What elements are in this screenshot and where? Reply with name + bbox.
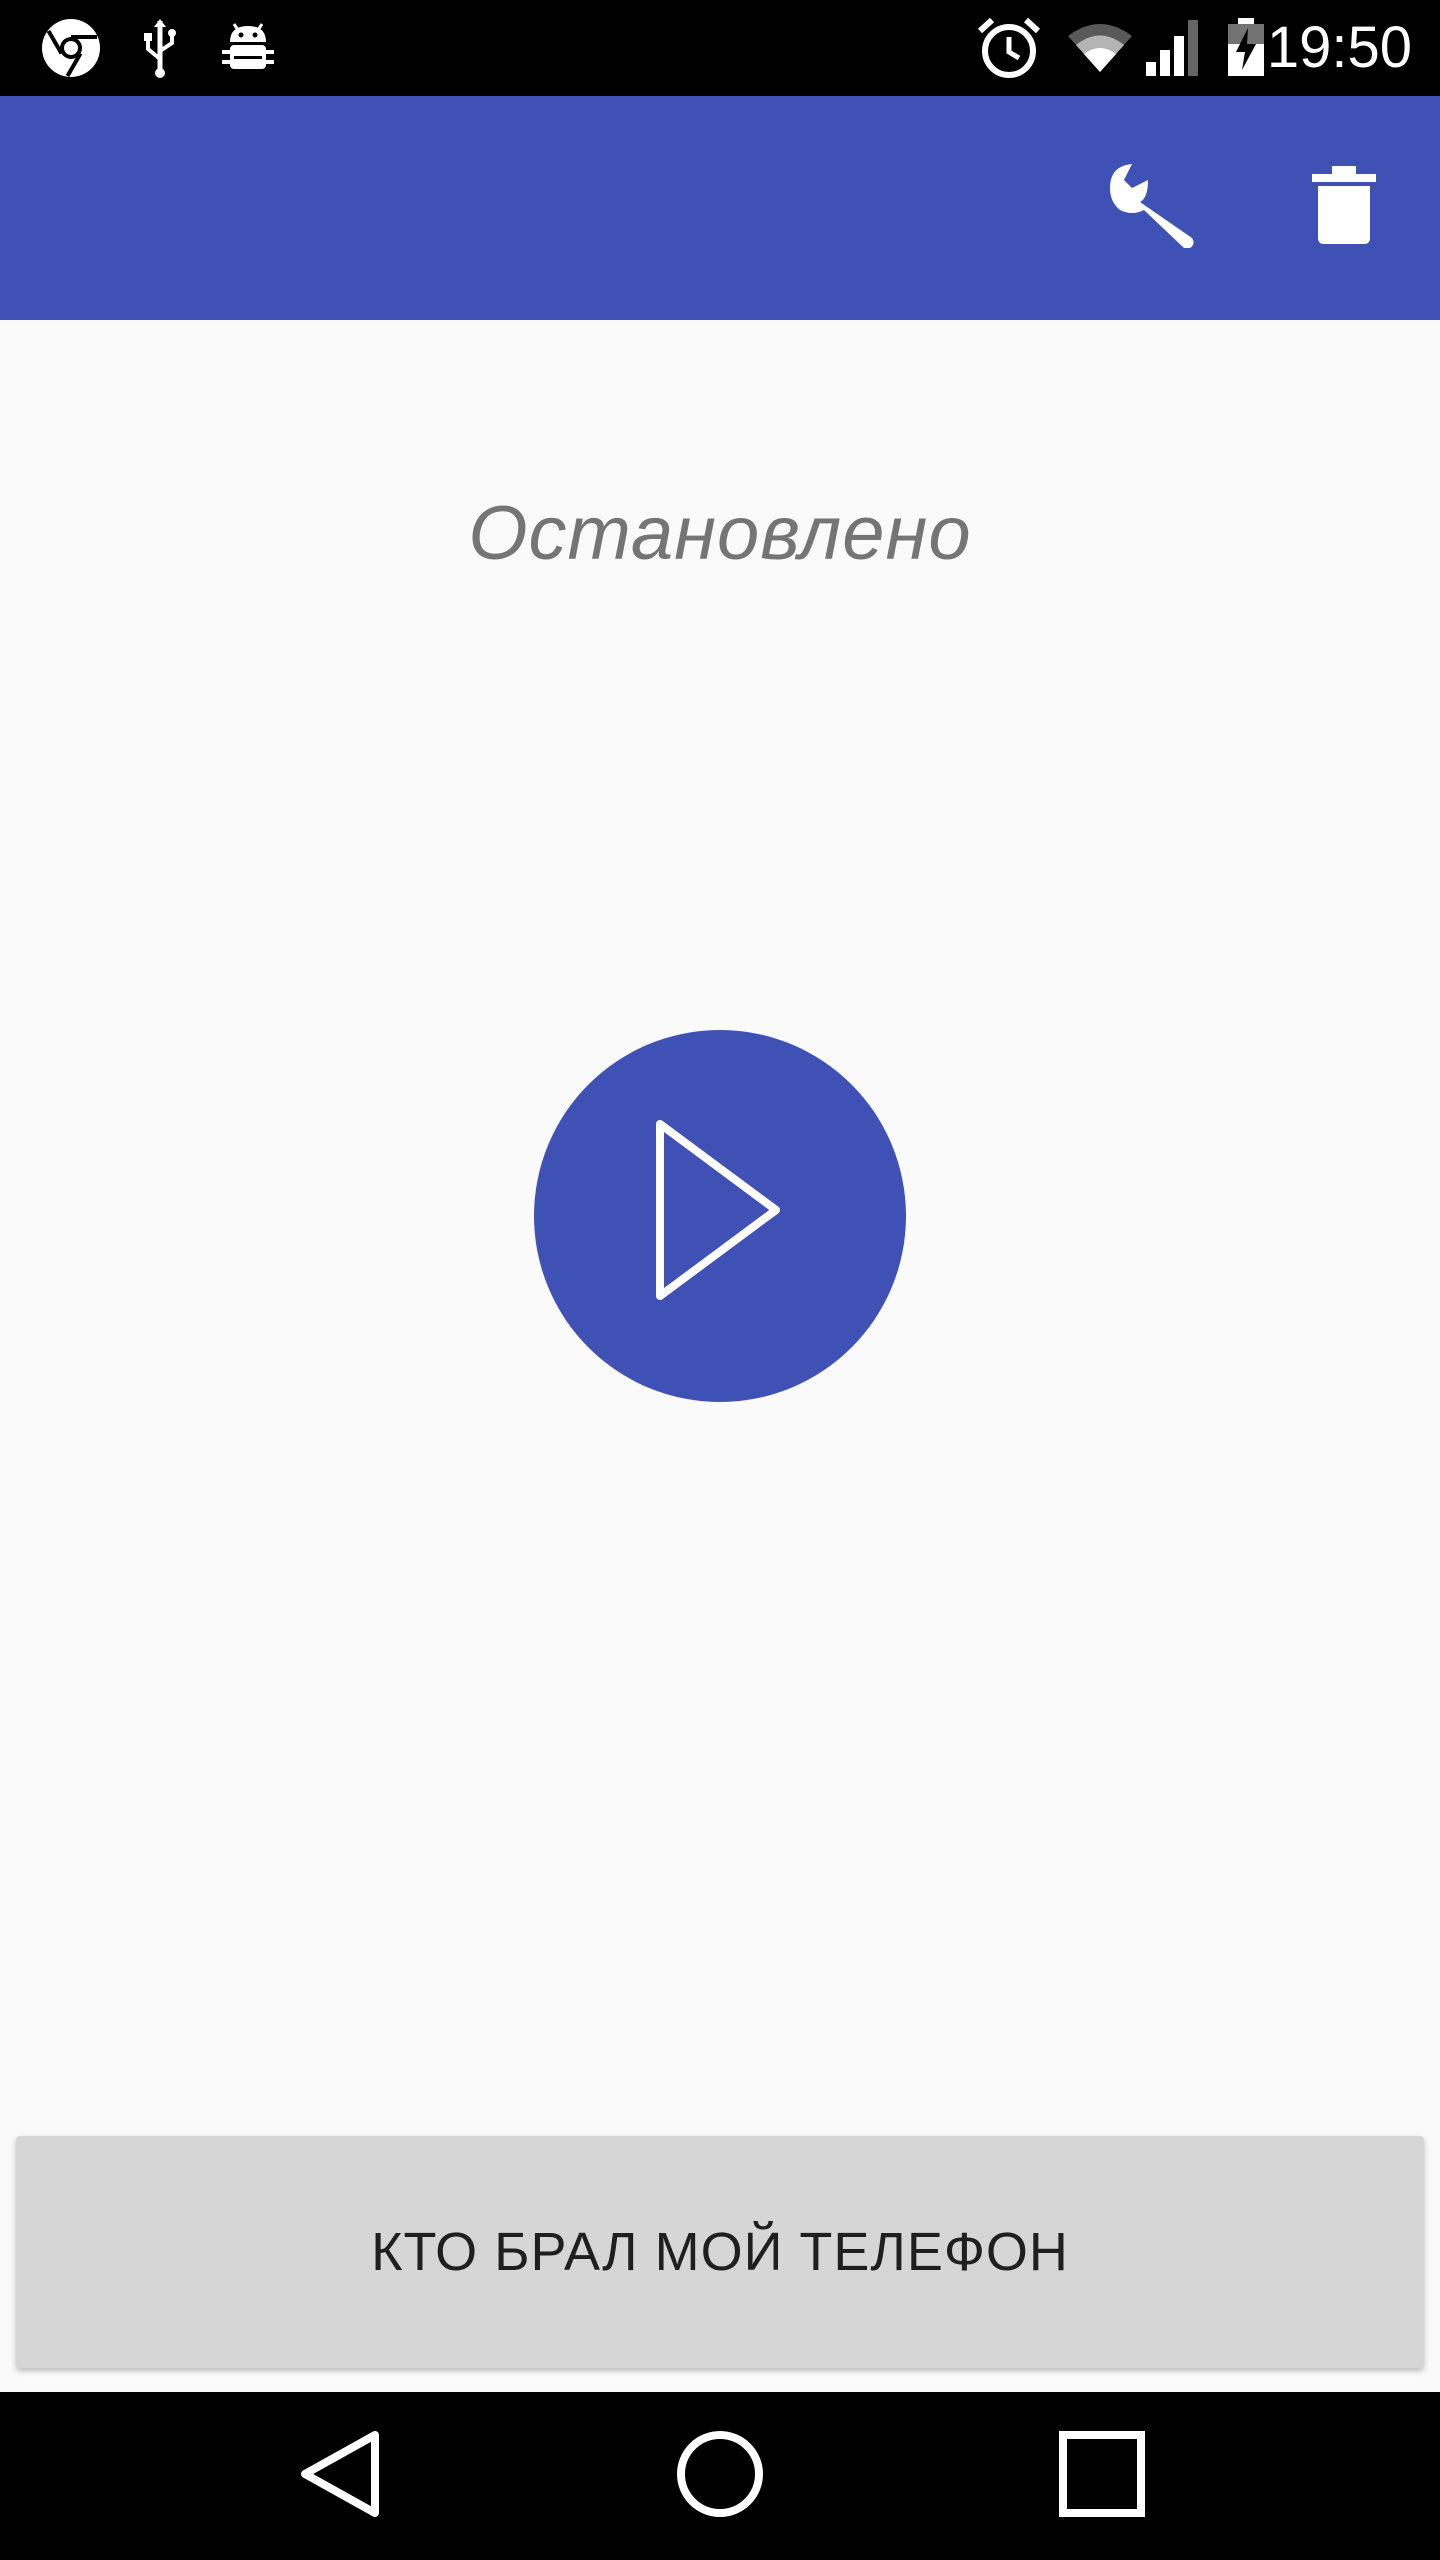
delete-button[interactable] (1288, 152, 1400, 264)
alarm-icon (976, 0, 1042, 96)
recents-button[interactable] (1002, 2392, 1202, 2560)
back-icon (295, 2429, 385, 2524)
wifi-icon (1066, 0, 1134, 96)
play-button[interactable] (534, 1030, 906, 1402)
battery-charging-icon (1226, 0, 1266, 96)
settings-button[interactable] (1096, 152, 1208, 264)
signal-icon (1144, 0, 1204, 96)
chrome-icon (40, 0, 102, 96)
back-button[interactable] (240, 2392, 440, 2560)
usb-icon (140, 0, 180, 96)
status-time: 19:50 (1266, 15, 1412, 80)
play-icon (650, 1114, 790, 1319)
who-took-my-phone-button[interactable]: КТО БРАЛ МОЙ ТЕЛЕФОН (16, 2136, 1424, 2368)
android-debug-icon (220, 0, 276, 96)
home-button[interactable] (620, 2392, 820, 2560)
app-bar (0, 96, 1440, 320)
recents-icon (1057, 2429, 1147, 2524)
home-icon (675, 2429, 765, 2524)
trash-icon (1312, 165, 1376, 251)
navigation-bar (0, 2392, 1440, 2560)
main-content: Остановлено (0, 320, 1440, 2392)
status-bar: 19:50 (0, 0, 1440, 96)
status-label: Остановлено (468, 491, 972, 576)
wrench-icon (1104, 158, 1200, 259)
